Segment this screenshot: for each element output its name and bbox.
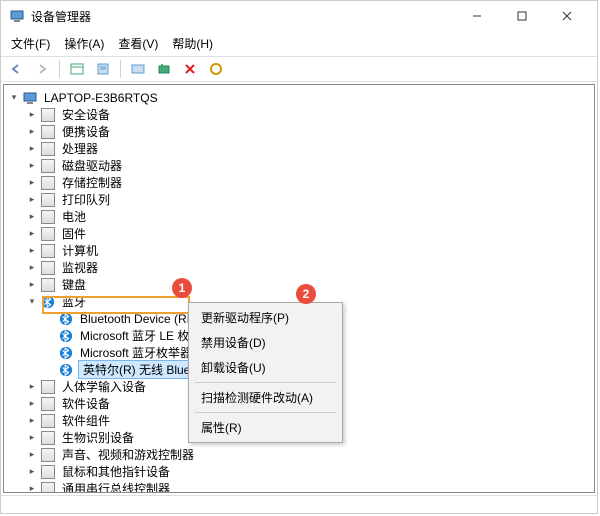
expander-icon[interactable]: ▸ [26,177,38,189]
back-button[interactable] [5,59,27,79]
expander-icon[interactable]: ▸ [26,415,38,427]
help-button[interactable] [127,59,149,79]
expander-icon[interactable]: ▸ [26,262,38,274]
bluetooth-icon [58,328,74,344]
device-icon [40,413,56,429]
expander-icon[interactable]: ▸ [26,432,38,444]
minimize-button[interactable] [454,1,499,31]
show-hide-tree-button[interactable] [66,59,88,79]
category-disks[interactable]: ▸磁盘驱动器 [26,157,590,174]
expander-icon[interactable]: ▸ [26,143,38,155]
device-icon [40,379,56,395]
expander-icon[interactable]: ▸ [26,483,38,494]
device-icon [40,430,56,446]
context-menu: 更新驱动程序(P) 禁用设备(D) 卸载设备(U) 扫描检测硬件改动(A) 属性… [188,302,343,443]
category-portable[interactable]: ▸便携设备 [26,123,590,140]
titlebar: 设备管理器 [1,1,597,31]
bluetooth-icon [58,311,74,327]
maximize-button[interactable] [499,1,544,31]
app-icon [9,8,25,24]
scan-hardware-button[interactable] [153,59,175,79]
expander-icon[interactable]: ▸ [26,245,38,257]
device-icon [40,226,56,242]
category-storage[interactable]: ▸存储控制器 [26,174,590,191]
toolbar-separator [120,60,121,78]
ctx-update-driver[interactable]: 更新驱动程序(P) [191,305,340,330]
ctx-separator [195,412,336,413]
expander-icon[interactable]: ▸ [26,126,38,138]
category-monitors[interactable]: ▸监视器 [26,259,590,276]
statusbar [1,495,597,513]
device-icon [40,481,56,494]
forward-button[interactable] [31,59,53,79]
window-title: 设备管理器 [31,8,454,25]
toolbar-separator [59,60,60,78]
properties-button[interactable] [92,59,114,79]
tree-root[interactable]: ▾ LAPTOP-E3B6RTQS [8,89,590,106]
menu-file[interactable]: 文件(F) [5,33,56,54]
annotation-badge-2: 2 [296,284,316,304]
menubar: 文件(F) 操作(A) 查看(V) 帮助(H) [1,31,597,56]
category-mice[interactable]: ▸鼠标和其他指针设备 [26,463,590,480]
expander-icon[interactable]: ▸ [26,211,38,223]
ctx-uninstall-device[interactable]: 卸载设备(U) [191,355,340,380]
update-driver-button[interactable] [205,59,227,79]
device-icon [40,277,56,293]
expander-icon[interactable]: ▸ [26,398,38,410]
device-icon [40,209,56,225]
expander-icon[interactable]: ▸ [26,109,38,121]
device-icon [40,243,56,259]
category-computer[interactable]: ▸计算机 [26,242,590,259]
expander-icon[interactable]: ▸ [26,194,38,206]
expander-icon[interactable]: ▸ [26,466,38,478]
computer-icon [22,90,38,106]
category-usb[interactable]: ▸通用串行总线控制器 [26,480,590,493]
uninstall-button[interactable] [179,59,201,79]
category-printqueue[interactable]: ▸打印队列 [26,191,590,208]
expander-icon[interactable]: ▸ [26,449,38,461]
menu-action[interactable]: 操作(A) [58,33,110,54]
expander-icon[interactable]: ▸ [26,160,38,172]
bluetooth-icon [40,294,56,310]
device-icon [40,260,56,276]
expander-icon[interactable]: ▸ [26,228,38,240]
device-icon [40,107,56,123]
close-button[interactable] [544,1,589,31]
bluetooth-icon [58,345,74,361]
expander-icon[interactable]: ▸ [26,279,38,291]
device-icon [40,192,56,208]
ctx-scan-hardware[interactable]: 扫描检测硬件改动(A) [191,385,340,410]
device-icon [40,464,56,480]
menu-help[interactable]: 帮助(H) [166,33,219,54]
category-firmware[interactable]: ▸固件 [26,225,590,242]
expander-icon[interactable]: ▾ [8,92,20,104]
device-icon [40,158,56,174]
device-icon [40,124,56,140]
category-battery[interactable]: ▸电池 [26,208,590,225]
category-security[interactable]: ▸安全设备 [26,106,590,123]
ctx-separator [195,382,336,383]
device-icon [40,175,56,191]
menu-view[interactable]: 查看(V) [112,33,164,54]
annotation-badge-1: 1 [172,278,192,298]
expander-icon[interactable]: ▸ [26,381,38,393]
window-controls [454,1,589,31]
root-label: LAPTOP-E3B6RTQS [42,91,160,105]
category-processors[interactable]: ▸处理器 [26,140,590,157]
ctx-properties[interactable]: 属性(R) [191,415,340,440]
device-icon [40,447,56,463]
device-icon [40,141,56,157]
ctx-disable-device[interactable]: 禁用设备(D) [191,330,340,355]
toolbar [1,56,597,82]
category-sound[interactable]: ▸声音、视频和游戏控制器 [26,446,590,463]
expander-icon[interactable]: ▾ [26,296,38,308]
device-icon [40,396,56,412]
bluetooth-icon [58,362,74,378]
